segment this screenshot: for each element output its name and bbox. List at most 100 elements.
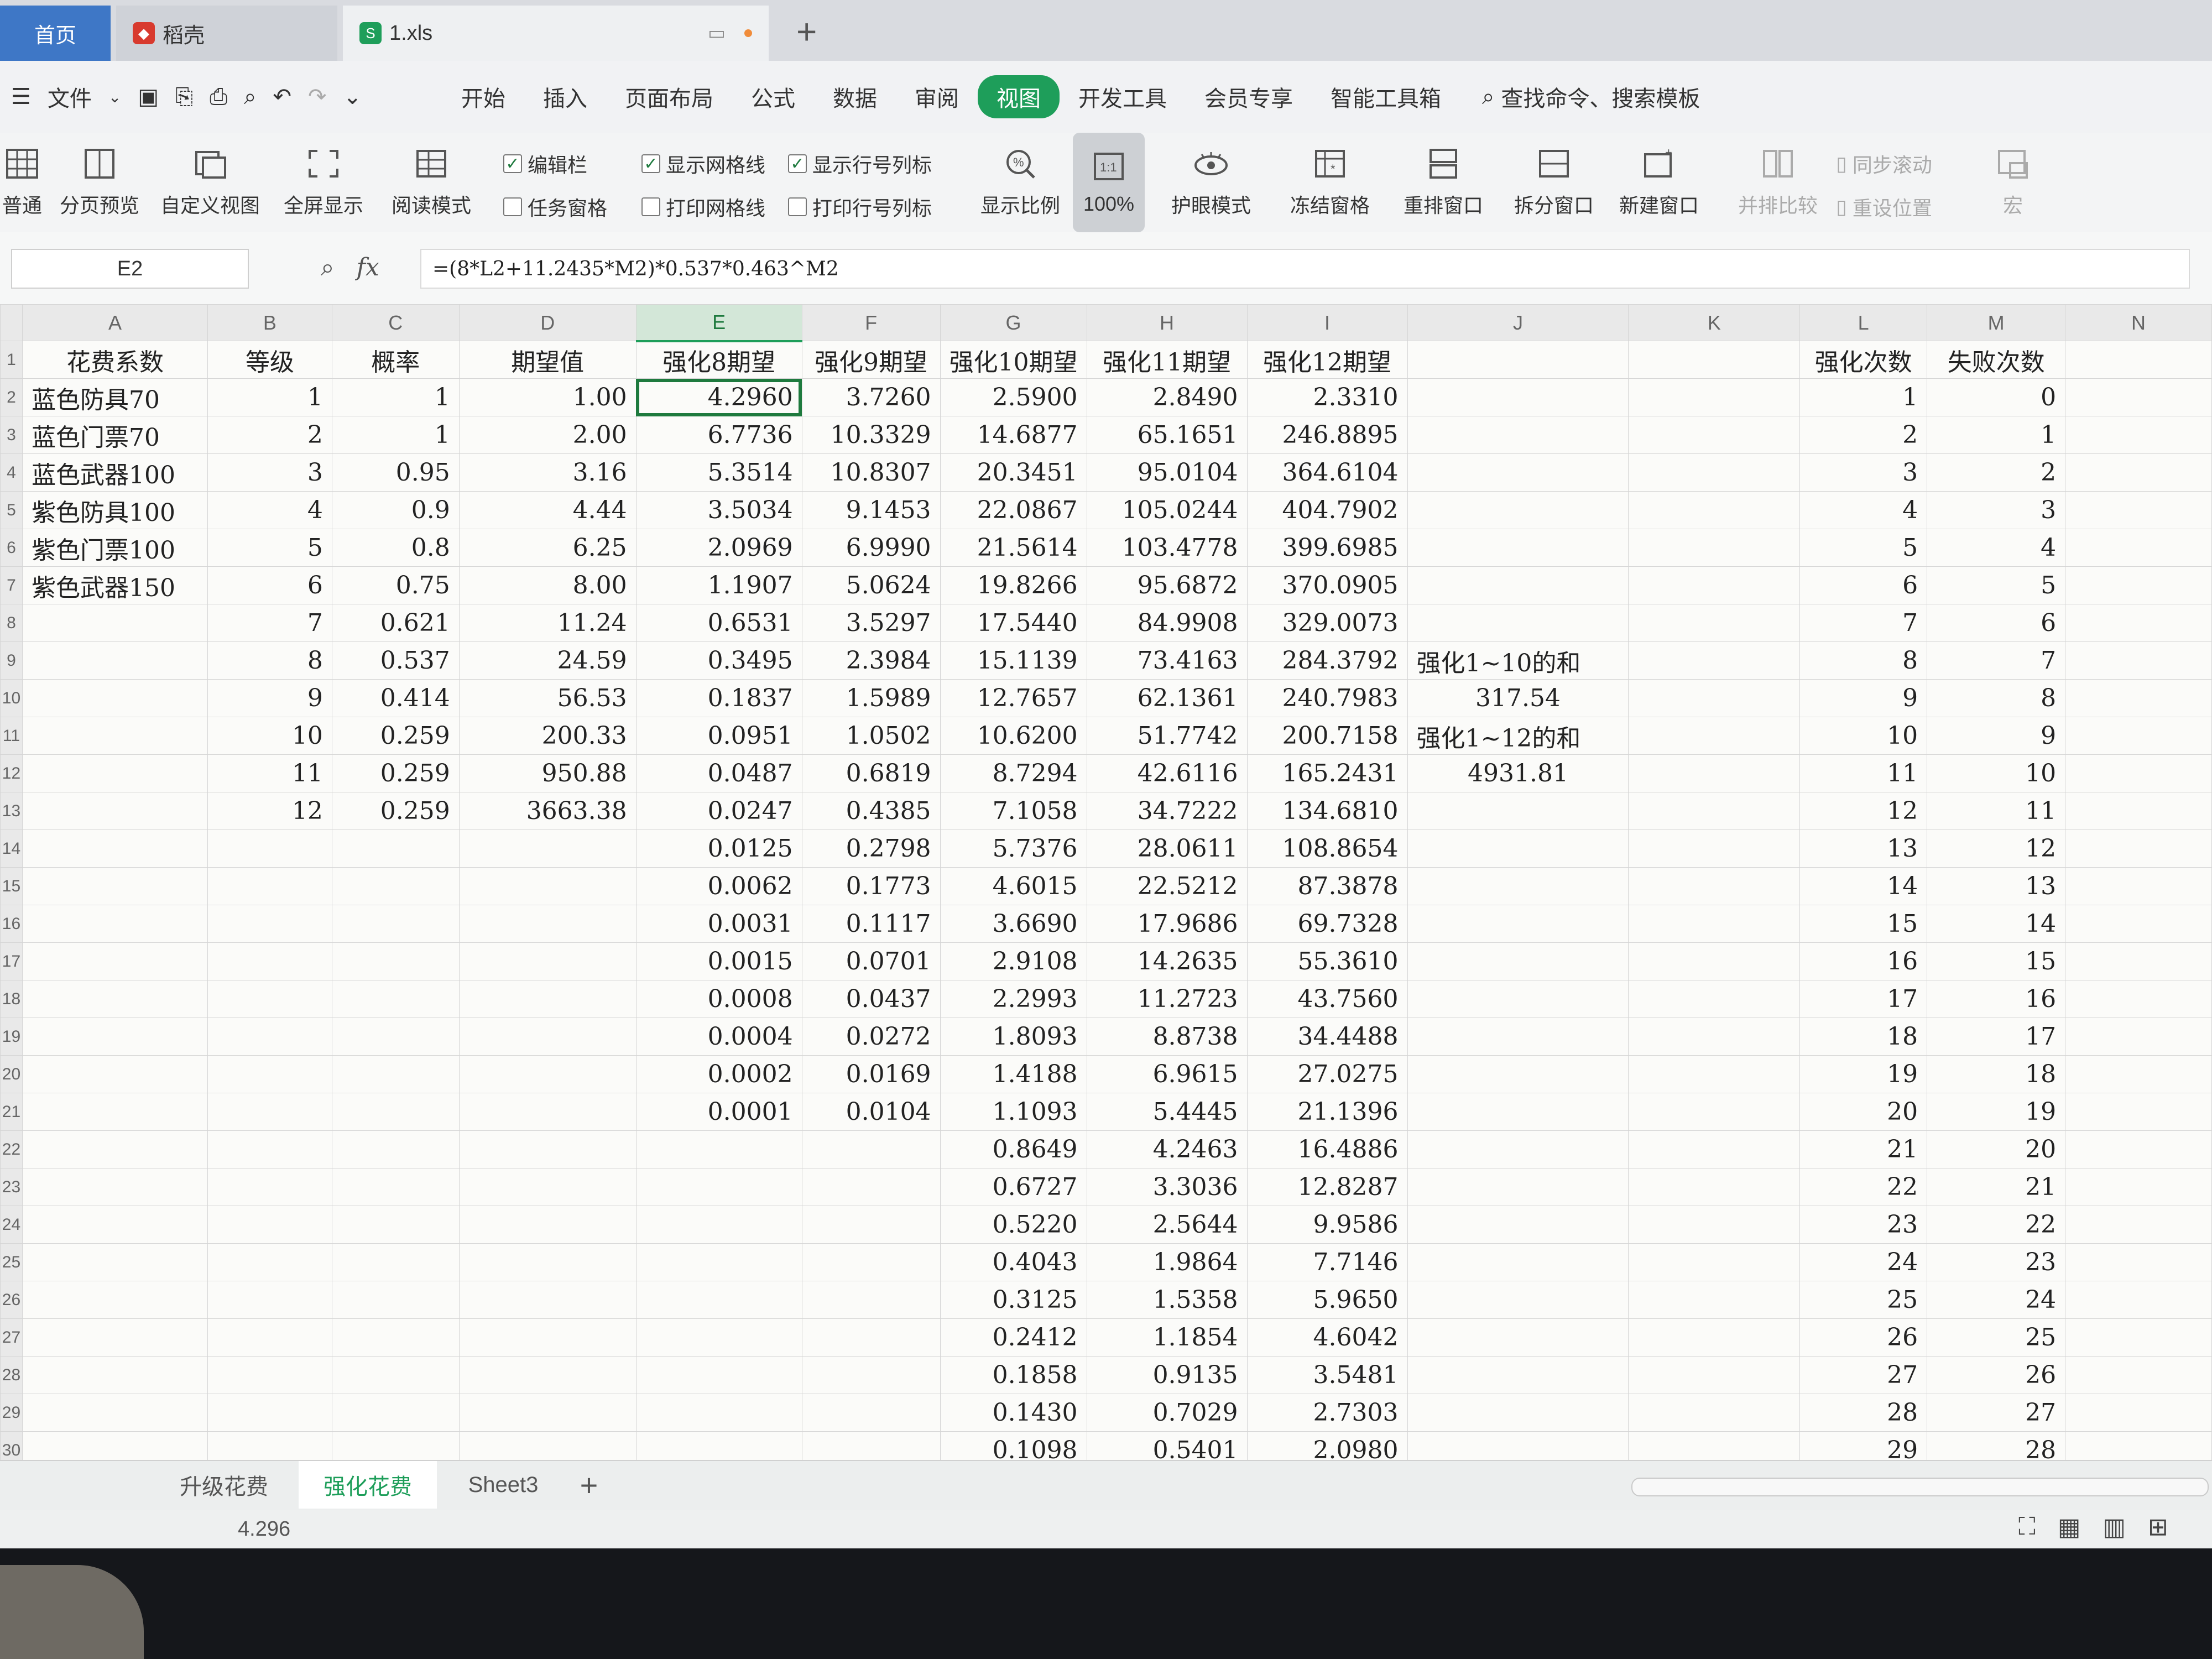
row-header[interactable]: 13 <box>0 792 23 830</box>
cell-n2[interactable] <box>2065 378 2212 416</box>
cell-n20[interactable] <box>2065 1055 2212 1093</box>
cell-i3[interactable]: 246.8895 <box>1246 416 1408 454</box>
cell-a20[interactable] <box>22 1055 208 1093</box>
cell-k1[interactable] <box>1628 341 1801 379</box>
command-search[interactable]: ⌕ 查找命令、搜索模板 <box>1482 81 1700 113</box>
cell-g9[interactable]: 15.1139 <box>940 641 1087 680</box>
cell-k28[interactable] <box>1628 1356 1801 1394</box>
cell-b9[interactable]: 8 <box>207 641 332 680</box>
cell-a11[interactable] <box>22 717 208 755</box>
cell-b8[interactable]: 7 <box>207 604 332 642</box>
cell-n9[interactable] <box>2065 641 2212 680</box>
cell-d14[interactable] <box>458 830 637 868</box>
cell-n1[interactable] <box>2065 341 2212 379</box>
cell-f25[interactable] <box>801 1243 941 1281</box>
cell-i23[interactable]: 12.8287 <box>1246 1168 1408 1206</box>
cell-c6[interactable]: 0.8 <box>331 529 460 567</box>
cell-g12[interactable]: 8.7294 <box>940 754 1087 792</box>
cell-i22[interactable]: 16.4886 <box>1246 1130 1408 1168</box>
cell-b22[interactable] <box>207 1130 332 1168</box>
cell-b23[interactable] <box>207 1168 332 1206</box>
cell-d8[interactable]: 11.24 <box>458 604 637 642</box>
new-window-button[interactable]: + 新建窗口 <box>1609 133 1709 232</box>
column-header-d[interactable]: D <box>458 304 637 341</box>
cell-i6[interactable]: 399.6985 <box>1246 529 1408 567</box>
cell-c5[interactable]: 0.9 <box>331 491 460 529</box>
page-layout-view-icon[interactable]: ▥ <box>2103 1513 2126 1541</box>
cell-c14[interactable] <box>331 830 460 868</box>
worksheet-grid[interactable]: ABCDEFGHIJKLMN 1 花费系数 等级 概率 期望值 强化8期望 强化9期望 强化1… <box>0 304 2212 1471</box>
cell-c24[interactable] <box>331 1206 460 1244</box>
cell-m5[interactable]: 3 <box>1927 491 2066 529</box>
cell-h10[interactable]: 62.1361 <box>1086 679 1248 717</box>
cell-n24[interactable] <box>2065 1206 2212 1244</box>
print-gridlines-checkbox[interactable]: 打印网格线 <box>641 192 765 221</box>
cell-k18[interactable] <box>1628 980 1801 1018</box>
horizontal-scrollbar[interactable] <box>1631 1478 2209 1496</box>
row-header[interactable]: 12 <box>0 754 23 792</box>
cell-a13[interactable] <box>22 792 208 830</box>
cell-f9[interactable]: 2.3984 <box>801 641 941 680</box>
cell-f11[interactable]: 1.0502 <box>801 717 941 755</box>
row-header[interactable]: 14 <box>0 830 23 868</box>
cell-i24[interactable]: 9.9586 <box>1246 1206 1408 1244</box>
menu-member[interactable]: 会员专享 <box>1186 81 1312 113</box>
row-header[interactable]: 6 <box>0 529 23 567</box>
monitor-icon[interactable]: ▭ <box>708 22 726 44</box>
cell-j12[interactable]: 4931.81 <box>1407 754 1629 792</box>
cell-g5[interactable]: 22.0867 <box>940 491 1087 529</box>
cell-l2[interactable]: 1 <box>1799 378 1928 416</box>
cell-h25[interactable]: 1.9864 <box>1086 1243 1248 1281</box>
row-header[interactable]: 9 <box>0 641 23 680</box>
cell-e24[interactable] <box>635 1206 802 1244</box>
row-header[interactable]: 19 <box>0 1018 23 1056</box>
cell-e6[interactable]: 2.0969 <box>635 529 802 567</box>
cell-f1[interactable]: 强化9期望 <box>801 341 941 379</box>
column-header-a[interactable]: A <box>22 304 208 341</box>
cell-c1[interactable]: 概率 <box>331 341 460 379</box>
cell-m23[interactable]: 21 <box>1927 1168 2066 1206</box>
cell-b18[interactable] <box>207 980 332 1018</box>
row-header[interactable]: 5 <box>0 491 23 529</box>
cell-i11[interactable]: 200.7158 <box>1246 717 1408 755</box>
cell-d9[interactable]: 24.59 <box>458 641 637 680</box>
cell-l1[interactable]: 强化次数 <box>1799 341 1928 379</box>
cell-d23[interactable] <box>458 1168 637 1206</box>
cell-i5[interactable]: 404.7902 <box>1246 491 1408 529</box>
cell-i15[interactable]: 87.3878 <box>1246 867 1408 905</box>
cell-k21[interactable] <box>1628 1093 1801 1131</box>
cell-g25[interactable]: 0.4043 <box>940 1243 1087 1281</box>
cell-h1[interactable]: 强化11期望 <box>1086 341 1248 379</box>
cell-n6[interactable] <box>2065 529 2212 567</box>
cell-f10[interactable]: 1.5989 <box>801 679 941 717</box>
cell-m11[interactable]: 9 <box>1927 717 2066 755</box>
cell-l26[interactable]: 25 <box>1799 1281 1928 1319</box>
row-header[interactable]: 16 <box>0 905 23 943</box>
cell-k10[interactable] <box>1628 679 1801 717</box>
normal-view-button[interactable]: 普通 <box>0 133 44 232</box>
cell-i26[interactable]: 5.9650 <box>1246 1281 1408 1319</box>
cell-k4[interactable] <box>1628 453 1801 492</box>
cell-d2[interactable]: 1.00 <box>458 378 637 416</box>
cell-n27[interactable] <box>2065 1318 2212 1357</box>
cell-b6[interactable]: 5 <box>207 529 332 567</box>
cell-e20[interactable]: 0.0002 <box>635 1055 802 1093</box>
cell-b24[interactable] <box>207 1206 332 1244</box>
cell-m18[interactable]: 16 <box>1927 980 2066 1018</box>
cell-e23[interactable] <box>635 1168 802 1206</box>
cell-j16[interactable] <box>1407 905 1629 943</box>
cell-e28[interactable] <box>635 1356 802 1394</box>
cell-e11[interactable]: 0.0951 <box>635 717 802 755</box>
cell-k7[interactable] <box>1628 566 1801 604</box>
cell-a24[interactable] <box>22 1206 208 1244</box>
cell-g21[interactable]: 1.1093 <box>940 1093 1087 1131</box>
cell-g23[interactable]: 0.6727 <box>940 1168 1087 1206</box>
cell-g3[interactable]: 14.6877 <box>940 416 1087 454</box>
cell-h3[interactable]: 65.1651 <box>1086 416 1248 454</box>
cell-j28[interactable] <box>1407 1356 1629 1394</box>
add-sheet-icon[interactable]: + <box>570 1461 608 1509</box>
cell-e2[interactable]: 4.2960 <box>635 378 802 416</box>
cell-j11[interactable]: 强化1~12的和 <box>1407 717 1629 755</box>
cell-n26[interactable] <box>2065 1281 2212 1319</box>
cell-m9[interactable]: 7 <box>1927 641 2066 680</box>
